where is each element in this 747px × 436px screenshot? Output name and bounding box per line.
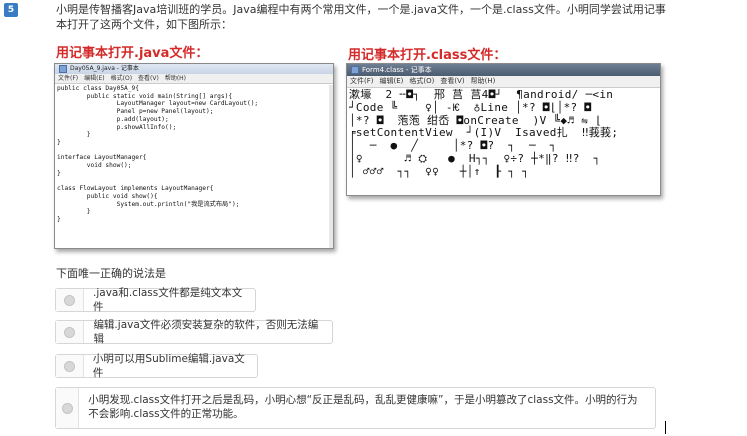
radio-icon[interactable] <box>64 326 76 338</box>
menu-help: 帮助(H) <box>470 77 496 85</box>
option-c-radio-cell[interactable] <box>56 355 84 377</box>
option-c[interactable]: 小明可以用Sublime编辑.java文件 <box>55 353 258 379</box>
java-notepad-title: Day05A_9.java - 记事本 <box>70 65 139 72</box>
caption-java: 用记事本打开.java文件： <box>56 46 209 61</box>
question-stem: 小明是传智播客Java培训班的学员。Java编程中有两个常用文件，一个是.jav… <box>56 3 666 31</box>
class-notepad-titlebar: Form4.class - 记事本 <box>347 64 660 76</box>
java-notepad-titlebar: Day05A_9.java - 记事本 <box>55 64 333 74</box>
menu-edit: 编辑(E) <box>84 75 105 82</box>
class-notepad-menubar: 文件(F) 编辑(E) 格式(O) 查看(V) 帮助(H) <box>347 76 660 88</box>
question-number-badge: 5 <box>4 3 18 17</box>
notepad-icon <box>351 66 359 74</box>
menu-file: 文件(F) <box>350 77 374 85</box>
class-binary-content: 漱壕 2 ╌◘┐ 郉 莒 莒4◘┘ ¶android/ ─<in ┘Code ╚… <box>349 89 619 178</box>
java-source-code: public class Day05A_9{ public static voi… <box>57 85 259 223</box>
radio-icon[interactable] <box>64 294 75 306</box>
menu-format: 格式(O) <box>409 77 435 85</box>
menu-view: 查看(V) <box>440 77 465 85</box>
option-a-label: .java和.class文件都是纯文本文件 <box>93 287 243 313</box>
java-notepad-menubar: 文件(F) 编辑(E) 格式(O) 查看(V) 帮助(H) <box>55 74 333 84</box>
menu-edit: 编辑(E) <box>379 77 404 85</box>
option-a-radio-cell[interactable] <box>56 289 84 311</box>
menu-format: 格式(O) <box>110 75 133 82</box>
radio-icon[interactable] <box>61 402 73 414</box>
option-b-radio-cell[interactable] <box>56 321 85 343</box>
option-c-label: 小明可以用Sublime编辑.java文件 <box>92 353 245 379</box>
class-notepad-window: Form4.class - 记事本 文件(F) 编辑(E) 格式(O) 查看(V… <box>346 63 661 196</box>
option-b[interactable]: 编辑.java文件必须安装复杂的软件，否则无法编辑 <box>55 319 333 345</box>
menu-help: 帮助(H) <box>164 75 187 82</box>
caption-class: 用记事本打开.class文件： <box>348 48 507 63</box>
option-d-label: 小明发现.class文件打开之后是乱码，小明心想“反正是乱码，乱乱更健康嘛”，于… <box>88 394 638 420</box>
text-cursor <box>665 421 666 434</box>
option-d[interactable]: 小明发现.class文件打开之后是乱码，小明心想“反正是乱码，乱乱更健康嘛”，于… <box>55 387 656 429</box>
notepad-icon <box>59 65 67 73</box>
menu-view: 查看(V) <box>138 75 159 82</box>
option-b-label: 编辑.java文件必须安装复杂的软件，否则无法编辑 <box>93 319 319 345</box>
question-prompt: 下面唯一正确的说法是 <box>56 267 166 280</box>
menu-file: 文件(F) <box>58 75 79 82</box>
option-a[interactable]: .java和.class文件都是纯文本文件 <box>55 287 256 313</box>
option-d-radio-cell[interactable] <box>56 388 80 428</box>
java-notepad-scrollbar <box>329 85 333 248</box>
radio-icon[interactable] <box>63 360 75 372</box>
java-notepad-window: Day05A_9.java - 记事本 文件(F) 编辑(E) 格式(O) 查看… <box>54 63 334 249</box>
class-notepad-title: Form4.class - 记事本 <box>362 66 432 74</box>
